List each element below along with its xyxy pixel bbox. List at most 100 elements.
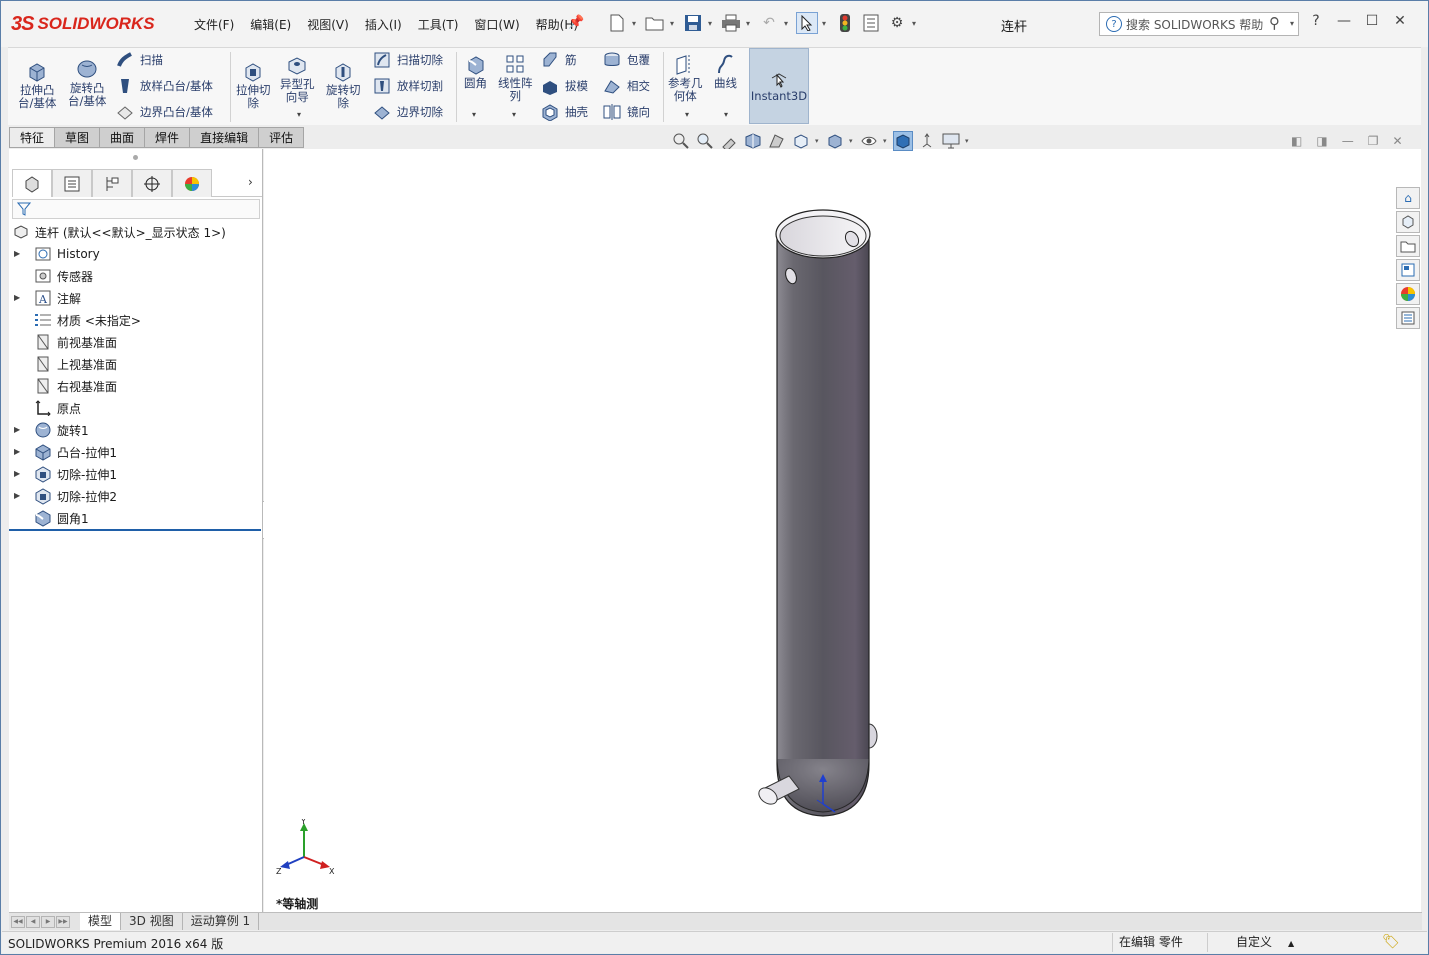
reference-geometry-dropdown-icon[interactable]: ▾ [685,110,689,119]
fillet-dropdown-icon[interactable]: ▾ [472,110,476,119]
expand-arrow-icon[interactable]: ▶ [14,293,20,302]
first-tab-icon[interactable]: ◀◀ [11,915,25,928]
open-folder-icon[interactable] [644,12,666,34]
tab-3d-views[interactable]: 3D 视图 [121,913,183,930]
new-dropdown-icon[interactable]: ▾ [632,19,640,28]
tab-dimxpertmanager[interactable] [132,169,172,197]
swept-cut-button[interactable]: 扫描切除 [373,51,443,69]
solidworks-logo[interactable]: 3S SOLIDWORKS [11,8,161,40]
tree-item-right-plane[interactable]: 右视基准面 [9,375,117,397]
tree-item-revolve1[interactable]: ▶ 旋转1 [9,419,89,441]
expand-arrow-icon[interactable]: ▶ [14,425,20,434]
zoom-to-fit-icon[interactable] [671,131,691,151]
save-dropdown-icon[interactable]: ▾ [708,19,716,28]
view-orientation-dropdown-icon[interactable]: ▾ [815,137,821,145]
hole-wizard-dropdown-icon[interactable]: ▾ [297,110,301,119]
extruded-cut-button[interactable]: 拉伸切 除 [236,60,271,110]
instant3d-button[interactable]: Instant3D [749,48,809,124]
tree-root-part[interactable]: 连杆 (默认<<默认>_显示状态 1>) [12,221,226,243]
tab-motion-study-1[interactable]: 运动算例 1 [183,913,260,930]
graphics-area[interactable]: Y X Z *等轴测 [264,149,1421,912]
options-dropdown-icon[interactable]: ▾ [912,19,920,28]
tree-item-top-plane[interactable]: 上视基准面 [9,353,117,375]
tree-item-sensors[interactable]: 传感器 [9,265,93,287]
maximize-button[interactable]: ☐ [1363,13,1381,29]
appearances-scenes-icon[interactable] [1396,283,1420,305]
viewport-maximize-icon[interactable]: ❐ [1368,134,1379,148]
view-orientation-icon[interactable] [791,131,811,151]
tree-item-cut-extrude1[interactable]: ▶ 切除-拉伸1 [9,463,117,485]
previous-tab-icon[interactable]: ◀ [26,915,40,928]
lofted-boss-button[interactable]: 放样凸台/基体 [116,77,213,95]
previous-view-icon[interactable] [719,131,739,151]
help-button[interactable]: ? [1307,13,1325,29]
curves-button[interactable]: 曲线 [714,53,737,90]
print-icon[interactable] [720,12,742,34]
tree-item-material[interactable]: 材质 <未指定> [9,309,141,331]
tag-icon[interactable]: 🏷 [1382,934,1400,950]
tree-filter[interactable] [12,199,260,219]
shell-button[interactable]: 抽壳 [541,103,588,121]
panel-grip[interactable] [133,155,138,160]
new-document-icon[interactable] [606,12,628,34]
tab-model[interactable]: 模型 [80,913,122,930]
file-explorer-folder-icon[interactable] [1396,235,1420,257]
expand-arrow-icon[interactable]: ▶ [14,447,20,456]
lofted-cut-button[interactable]: 放样切割 [373,77,443,95]
undo-icon[interactable]: ↶ [758,12,780,34]
file-properties-icon[interactable] [860,12,882,34]
mirror-button[interactable]: 镜向 [603,103,650,121]
menu-tools[interactable]: 工具(T) [410,16,467,33]
intersect-button[interactable]: 相交 [603,77,650,95]
search-icon[interactable]: ⚲ [1269,14,1280,32]
options-gear-icon[interactable]: ⚙ [886,12,908,34]
hole-wizard-button[interactable]: 异型孔 向导 [280,54,315,104]
viewport-minimize-icon[interactable]: — [1342,134,1354,148]
view-settings-dropdown-icon[interactable]: ▾ [965,137,971,145]
undo-dropdown-icon[interactable]: ▾ [784,19,792,28]
curves-dropdown-icon[interactable]: ▾ [724,110,728,119]
minimize-button[interactable]: — [1335,13,1353,29]
zoom-to-area-icon[interactable] [695,131,715,151]
save-icon[interactable] [682,12,704,34]
last-tab-icon[interactable]: ▶▶ [56,915,70,928]
linear-pattern-button[interactable]: 线性阵 列 [498,53,533,103]
tab-features[interactable]: 特征 [9,127,56,148]
expand-arrow-icon[interactable]: ▶ [14,469,20,478]
viewport-restore-left-icon[interactable]: ◧ [1291,134,1302,148]
swept-boss-button[interactable]: 扫描 [116,51,163,69]
hide-show-items-icon[interactable] [859,131,879,151]
tab-weldments[interactable]: 焊件 [145,127,191,148]
select-dropdown-icon[interactable]: ▾ [822,19,830,28]
select-cursor-icon[interactable] [796,12,818,34]
open-dropdown-icon[interactable]: ▾ [670,19,678,28]
fillet-button[interactable]: 圆角 [464,53,487,90]
tree-item-cut-extrude2[interactable]: ▶ 切除-拉伸2 [9,485,117,507]
design-library-icon[interactable] [1396,211,1420,233]
viewport-close-icon[interactable]: ✕ [1392,134,1402,148]
scene-icon[interactable] [917,131,937,151]
print-dropdown-icon[interactable]: ▾ [746,19,754,28]
menu-file[interactable]: 文件(F) [186,16,242,33]
rib-button[interactable]: 筋 [541,51,577,69]
menu-insert[interactable]: 插入(I) [357,16,410,33]
display-style-dropdown-icon[interactable]: ▾ [849,137,855,145]
tab-sketch[interactable]: 草图 [55,127,101,148]
menu-window[interactable]: 窗口(W) [466,16,527,33]
boundary-cut-button[interactable]: 边界切除 [373,103,443,121]
boundary-boss-button[interactable]: 边界凸台/基体 [116,103,213,121]
pin-menu-icon[interactable]: 📌 [568,15,584,30]
menu-view[interactable]: 视图(V) [299,16,357,33]
linear-pattern-dropdown-icon[interactable]: ▾ [512,110,516,119]
tree-item-history[interactable]: ▶ History [9,243,263,265]
menu-edit[interactable]: 编辑(E) [242,16,299,33]
tab-displaymanager[interactable] [172,169,212,197]
view-palette-icon[interactable] [1396,259,1420,281]
section-view-icon[interactable] [743,131,763,151]
tab-surfaces[interactable]: 曲面 [100,127,146,148]
tree-item-annotations[interactable]: ▶ A 注解 [9,287,81,309]
expand-panel-icon[interactable]: › [248,175,253,189]
wrap-button[interactable]: 包覆 [603,51,650,69]
revolved-boss-button[interactable]: 旋转凸 台/基体 [68,58,106,108]
view-settings-monitor-icon[interactable] [941,131,961,151]
